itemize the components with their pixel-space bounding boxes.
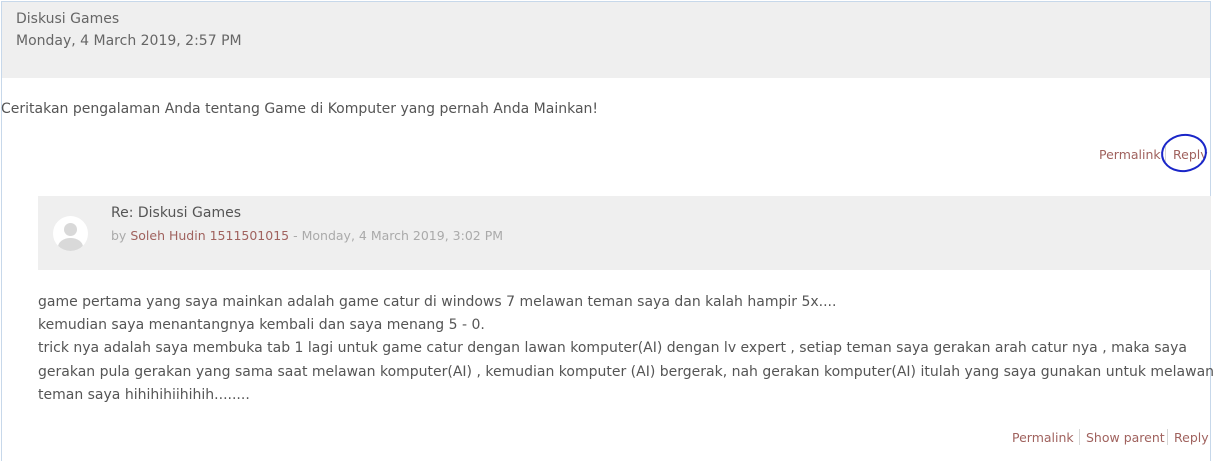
command-separator xyxy=(1167,429,1168,445)
post-header: Diskusi Games Monday, 4 March 2019, 2:57… xyxy=(2,2,1210,78)
reply-body-line: teman saya hihihihiihihih........ xyxy=(38,386,250,403)
reply-reply-link[interactable]: Reply xyxy=(1174,430,1209,445)
command-separator xyxy=(1079,429,1080,445)
reply-body-line: gerakan pula gerakan yang sama saat mela… xyxy=(38,363,1215,380)
reply-body-line: kemudian saya menantangnya kembali dan s… xyxy=(38,317,485,334)
by-label: by xyxy=(111,228,127,243)
reply-body-line: trick nya adalah saya membuka tab 1 lagi… xyxy=(38,340,1187,357)
author-link[interactable]: Soleh Hudin 1511501015 xyxy=(130,228,289,243)
reply-header: Re: Diskusi Games by Soleh Hudin 1511501… xyxy=(38,196,1211,270)
reply-date: - Monday, 4 March 2019, 3:02 PM xyxy=(293,228,504,243)
show-parent-link[interactable]: Show parent xyxy=(1086,430,1165,445)
reply-body-line: game pertama yang saya mainkan adalah ga… xyxy=(38,294,837,310)
reply-subject: Re: Diskusi Games xyxy=(111,205,241,221)
post-date: Monday, 4 March 2019, 2:57 PM xyxy=(16,33,242,49)
reply-permalink-link[interactable]: Permalink xyxy=(1012,430,1074,445)
post-subject: Diskusi Games xyxy=(16,11,120,27)
post-body: Ceritakan pengalaman Anda tentang Game d… xyxy=(1,101,599,117)
reply-meta: by Soleh Hudin 1511501015 - Monday, 4 Ma… xyxy=(111,228,503,243)
post-permalink-link[interactable]: Permalink xyxy=(1099,147,1161,162)
reply-body: game pertama yang saya mainkan adalah ga… xyxy=(38,291,1214,407)
default-user-avatar-icon[interactable] xyxy=(53,216,88,251)
